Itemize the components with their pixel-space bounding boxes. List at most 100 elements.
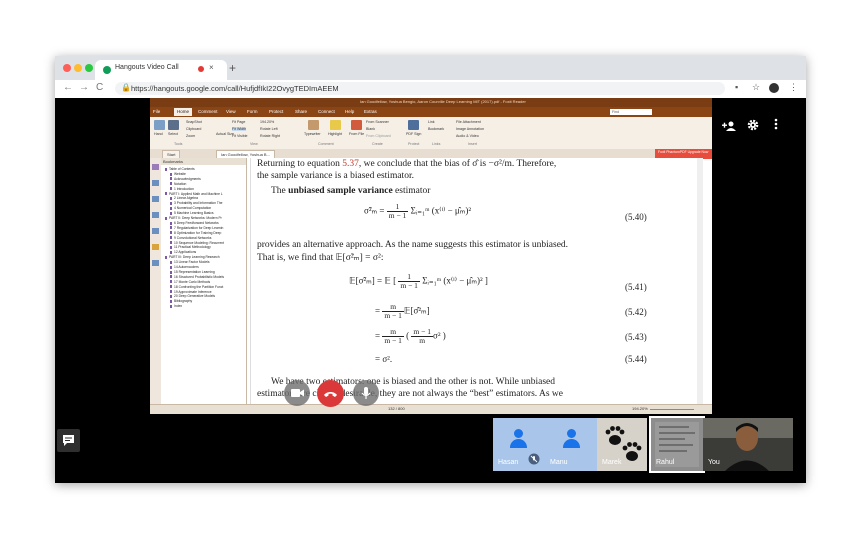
browser-tab[interactable]: Hangouts Video Call × — [95, 60, 227, 80]
bookmark-item[interactable]: 10 Sequence Modeling: Recurrent — [170, 241, 224, 245]
menu-share[interactable]: Share — [295, 109, 307, 114]
bookmark-item[interactable]: 18 Confronting the Partition Funct — [170, 285, 223, 289]
menu-form[interactable]: Form — [247, 109, 258, 114]
bookmark-item[interactable]: 3 Probability and Information The — [170, 201, 223, 205]
bookmark-item[interactable]: 20 Deep Generative Models — [170, 294, 215, 298]
bookmark-item[interactable]: 7 Regularization for Deep Learnin — [170, 226, 223, 230]
bookmark-item[interactable]: 15 Representation Learning — [170, 270, 215, 274]
participant-tile-manu[interactable]: Manu — [545, 418, 597, 471]
address-bar[interactable]: 🔒 https://hangouts.google.com/call/Hufjd… — [115, 82, 725, 95]
fit-page-button[interactable]: Fit Page — [232, 120, 245, 124]
new-tab-button[interactable]: + — [229, 61, 236, 75]
person-add-icon[interactable] — [722, 120, 736, 135]
signatures-pane-icon[interactable] — [152, 260, 159, 266]
from-file-icon[interactable] — [351, 120, 362, 130]
gear-icon[interactable] — [747, 119, 759, 134]
snapshot-button[interactable]: SnapShot — [186, 120, 202, 124]
bookmark-button[interactable]: Bookmark — [428, 127, 444, 131]
bookmark-item[interactable]: 6 Deep Feedforward Networks — [170, 221, 219, 225]
bookmark-item[interactable]: 4 Numerical Computation — [170, 206, 211, 210]
bookmark-item[interactable]: 16 Structured Probabilistic Models — [170, 275, 224, 279]
close-window-button[interactable] — [63, 64, 71, 72]
menu-comment[interactable]: Comment — [198, 109, 218, 114]
fit-visible-button[interactable]: Fit Visible — [232, 134, 248, 138]
zoom-slider[interactable] — [650, 409, 694, 410]
document-scrollbar[interactable] — [697, 158, 703, 404]
pdf-sign-icon[interactable] — [408, 120, 419, 130]
equation-ref-link[interactable]: 5.37 — [342, 159, 359, 169]
attachments-pane-icon[interactable] — [152, 228, 159, 234]
reload-button[interactable]: C — [96, 82, 103, 93]
select-tool-icon[interactable] — [168, 120, 179, 130]
audio-video-button[interactable]: Audio & Video — [456, 134, 479, 138]
from-scanner-button[interactable]: From Scanner — [366, 120, 389, 124]
zoom-button[interactable]: Zoom — [186, 134, 195, 138]
bookmark-item[interactable]: Acknowledgments — [170, 177, 201, 181]
bookmark-item[interactable]: 2 Linear Algebra — [170, 196, 198, 200]
link-button[interactable]: Link — [428, 120, 435, 124]
zoom-level-select[interactable]: 194.20% — [260, 120, 274, 124]
bookmark-item[interactable]: 19 Approximate Inference — [170, 290, 212, 294]
highlight-icon[interactable] — [330, 120, 341, 130]
file-attachment-button[interactable]: File Attachment — [456, 120, 481, 124]
menu-file[interactable]: File — [153, 109, 160, 114]
clipboard-button[interactable]: Clipboard — [186, 127, 201, 131]
typewriter-icon[interactable] — [308, 120, 319, 130]
status-zoom[interactable]: 194.20% — [632, 406, 648, 411]
minimize-window-button[interactable] — [74, 64, 82, 72]
browser-menu-icon[interactable]: ⋮ — [789, 82, 798, 93]
forward-button[interactable]: → — [79, 82, 89, 93]
menu-home[interactable]: Home — [174, 108, 193, 116]
participant-tile-rahul[interactable]: Rahul — [649, 416, 705, 473]
menu-view[interactable]: View — [226, 109, 236, 114]
bookmark-item[interactable]: Website — [170, 172, 186, 176]
zoom-window-button[interactable] — [85, 64, 93, 72]
more-vert-icon[interactable] — [774, 118, 778, 133]
bookmark-item[interactable]: PART I: Applied Math and Machine L — [165, 192, 223, 196]
bookmark-item[interactable]: 8 Optimization for Training Deep — [170, 231, 221, 235]
bookmark-item[interactable]: 1 Introduction — [170, 187, 194, 191]
participant-tile-marek[interactable]: Marek — [597, 418, 647, 471]
participant-tile-self[interactable]: You — [703, 418, 793, 471]
bookmark-item[interactable]: PART III: Deep Learning Research — [165, 255, 220, 259]
camera-toggle-button[interactable] — [284, 380, 310, 406]
page-indicator[interactable]: 132 / 800 — [388, 406, 405, 411]
find-input[interactable]: Find — [610, 109, 652, 115]
bookmark-item[interactable]: 12 Applications — [170, 250, 196, 254]
comments-pane-icon[interactable] — [152, 212, 159, 218]
bookmark-item[interactable]: Notation — [170, 182, 186, 186]
security-pane-icon[interactable] — [152, 244, 159, 250]
mic-toggle-button[interactable] — [353, 380, 379, 406]
bookmark-item[interactable]: Index — [170, 304, 182, 308]
camera-status-icon[interactable]: ▪ — [735, 82, 738, 92]
url-text[interactable]: https://hangouts.google.com/call/HufjdfI… — [131, 84, 339, 93]
tab-close-icon[interactable]: × — [209, 63, 214, 72]
layers-pane-icon[interactable] — [152, 196, 159, 202]
bookmark-item[interactable]: PART II: Deep Networks: Modern Pr — [165, 216, 222, 220]
bookmark-item[interactable]: Bibliography — [170, 299, 192, 303]
blank-button[interactable]: Blank — [366, 127, 375, 131]
image-annotation-button[interactable]: Image Annotation — [456, 127, 484, 131]
bookmark-item[interactable]: Table of Contents — [165, 167, 195, 171]
from-clipboard-button[interactable]: From Clipboard — [366, 134, 391, 138]
menu-help[interactable]: Help — [345, 109, 354, 114]
bookmark-item[interactable]: 11 Practical Methodology — [170, 245, 211, 249]
fit-width-button[interactable]: Fit Width — [232, 127, 247, 131]
menu-connect[interactable]: Connect — [318, 109, 335, 114]
back-button[interactable]: ← — [63, 82, 73, 93]
profile-avatar[interactable] — [769, 83, 779, 93]
menu-protect[interactable]: Protect — [269, 109, 283, 114]
chat-button[interactable] — [57, 429, 80, 452]
menu-extras[interactable]: Extras — [364, 109, 377, 114]
bookmark-item[interactable]: 17 Monte Carlo Methods — [170, 280, 210, 284]
bookmark-item[interactable]: 5 Machine Learning Basics — [170, 211, 214, 215]
rotate-left-button[interactable]: Rotate Left — [260, 127, 278, 131]
pages-pane-icon[interactable] — [152, 180, 159, 186]
bookmark-item[interactable]: 13 Linear Factor Models — [170, 260, 210, 264]
bookmark-item[interactable]: 14 Autoencoders — [170, 265, 199, 269]
hand-tool-icon[interactable] — [154, 120, 165, 130]
hang-up-button[interactable] — [317, 380, 344, 407]
bookmark-star-icon[interactable]: ☆ — [752, 82, 760, 93]
bookmark-item[interactable]: 9 Convolutional Networks — [170, 236, 211, 240]
bookmarks-pane-icon[interactable] — [152, 164, 159, 170]
